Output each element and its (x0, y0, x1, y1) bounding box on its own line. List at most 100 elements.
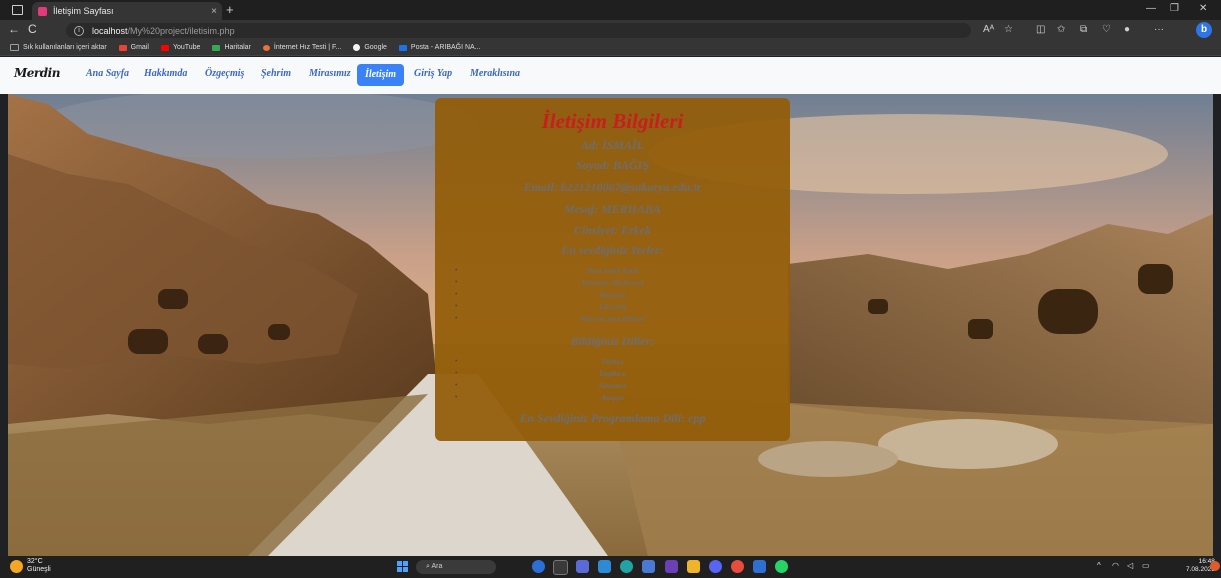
nav-meraklisina[interactable]: Meraklısına (470, 68, 520, 79)
list-item: • Meryem Ana Kilisesi (435, 314, 790, 323)
tab-close-icon[interactable]: × (206, 6, 222, 17)
google-icon (353, 44, 361, 51)
file-explorer-icon[interactable] (553, 560, 568, 575)
tab-favicon-icon (38, 6, 47, 16)
chrome-icon[interactable] (731, 560, 744, 573)
site-info-icon[interactable]: i (74, 25, 84, 36)
url-host: localhost (92, 25, 128, 36)
bing-copilot-icon[interactable]: b (1196, 22, 1212, 38)
list-item: • Ulucami (435, 302, 790, 311)
nav-ozgecmis[interactable]: Özgeçmiş (205, 68, 244, 79)
address-bar[interactable]: i localhost/My%20project/iletisim.php (66, 23, 971, 38)
bookmark-import[interactable]: Sık kullanılanları içeri aktar (10, 44, 107, 51)
list-item: • İngilizce (435, 369, 790, 378)
minimize-icon[interactable]: — (1146, 3, 1156, 14)
bullet-icon: • (455, 266, 458, 274)
bookmark-maps[interactable]: Haritalar (212, 44, 251, 51)
notification-icon[interactable] (1210, 561, 1220, 571)
store-icon[interactable] (642, 560, 655, 573)
taskbar-search[interactable]: ⌕ Ara (416, 560, 496, 574)
visual-studio-icon[interactable] (665, 560, 678, 573)
vscode-icon[interactable] (598, 560, 611, 573)
bookmark-gmail[interactable]: Gmail (118, 44, 149, 51)
surname-field: Soyad: BAĞIŞ (575, 158, 649, 172)
battery-icon[interactable]: ▭ (1142, 561, 1150, 570)
programming-language-field: En Sevdiğiniz Programlama Dili: cpp (519, 411, 706, 425)
weather-widget[interactable]: 32°C Güneşli (27, 558, 51, 574)
word-icon[interactable] (753, 560, 766, 573)
tab-iletisim[interactable]: İletişim Sayfası × (32, 2, 222, 20)
bullet-icon: • (455, 369, 458, 377)
site-logo[interactable]: Merdin (14, 66, 60, 80)
more-options-icon[interactable]: ··· (1154, 24, 1164, 35)
chevron-up-icon[interactable]: ^ (1097, 561, 1101, 570)
message-field: Mesaj: MERHABA (563, 202, 662, 216)
weather-sun-icon[interactable] (10, 560, 23, 573)
place-name: Dara Antik Kenti (585, 266, 640, 275)
browser-essentials-icon[interactable]: ♡ (1102, 24, 1111, 35)
favorites-icon[interactable]: ✩ (1057, 24, 1065, 35)
edge-icon[interactable] (620, 560, 633, 573)
nav-ana-sayfa[interactable]: Ana Sayfa (86, 68, 129, 79)
read-aloud-icon[interactable]: Aᴬ (983, 24, 994, 35)
back-button[interactable]: ← (8, 22, 20, 36)
list-item: • Dara Antik Kenti (435, 266, 790, 275)
place-name: Beyazsu (599, 290, 626, 299)
split-screen-icon[interactable]: ◫ (1036, 24, 1045, 35)
list-item: • Arapça (435, 393, 790, 402)
outlook-icon (398, 44, 407, 51)
url-path: /My%20project/iletisim.php (127, 25, 235, 36)
places-heading: En sevdiğiniz Yerler: (561, 243, 664, 257)
bullet-icon: • (455, 381, 458, 389)
bookmark-label: İnternet Hız Testi | F... (273, 44, 342, 51)
tab-title: İletişim Sayfası (53, 6, 114, 16)
bookmark-youtube[interactable]: YouTube (160, 44, 200, 51)
new-tab-button[interactable]: + (226, 3, 234, 17)
list-item: • Beyazsu (435, 290, 790, 299)
start-button-icon[interactable] (397, 561, 408, 572)
nav-sehrim[interactable]: Şehrim (261, 68, 291, 79)
nav-giris-yap[interactable]: Giriş Yap (414, 68, 452, 79)
refresh-button[interactable]: C (28, 22, 37, 36)
folder-app-icon[interactable] (687, 560, 700, 573)
bookmark-label: Haritalar (224, 44, 251, 51)
restore-icon[interactable]: ❐ (1170, 3, 1179, 14)
gmail-icon (118, 44, 127, 51)
language-name: Türkçe (601, 357, 624, 366)
bookmark-outlook[interactable]: Posta - ARIBAĞI NA... (398, 44, 481, 51)
search-label: Ara (431, 563, 443, 570)
chat-app-icon[interactable] (576, 560, 589, 573)
profile-icon[interactable]: ● (1124, 24, 1130, 35)
bookmark-label: Google (364, 44, 387, 51)
whatsapp-icon[interactable] (775, 560, 788, 573)
discord-icon[interactable] (709, 560, 722, 573)
bookmarks-bar: Sık kullanılanları içeri aktar Gmail You… (0, 40, 1221, 56)
bookmark-label: Gmail (130, 44, 149, 51)
list-item: • Kasımiye Medresesi (435, 278, 790, 287)
place-name: Ulucami (599, 302, 626, 311)
copilot-app-icon[interactable] (532, 560, 545, 573)
youtube-icon (160, 44, 169, 51)
name-field: Ad: İSMAİL (580, 138, 645, 152)
wifi-icon[interactable]: ◠ (1112, 561, 1119, 570)
volume-icon[interactable]: ◁ (1127, 561, 1133, 570)
bookmark-speedtest[interactable]: İnternet Hız Testi | F... (262, 44, 342, 51)
nav-hakkimda[interactable]: Hakkımda (144, 68, 187, 79)
email-field: Email: b221210067@sakarya.edu.tr (523, 180, 702, 194)
bullet-icon: • (455, 393, 458, 401)
window-menu-icon[interactable] (12, 5, 23, 15)
place-name: Kasımiye Medresesi (581, 278, 644, 287)
favorite-star-icon[interactable]: ☆ (1004, 24, 1013, 35)
nav-mirasimiz[interactable]: Mirasımız (309, 68, 351, 79)
language-name: Arapça (601, 393, 624, 402)
bookmark-google[interactable]: Google (353, 44, 387, 51)
maps-icon (212, 44, 221, 51)
card-title: İletişim Bilgileri (541, 109, 684, 133)
contact-info-card: İletişim Bilgileri Ad: İSMAİL Soyad: BAĞ… (435, 98, 790, 441)
nav-iletisim-active[interactable]: İletişim (357, 64, 404, 86)
gender-field: Cinsiyet: Erkek (574, 223, 651, 237)
collections-icon[interactable]: ⧉ (1080, 24, 1087, 35)
speedtest-icon (262, 44, 270, 51)
languages-heading: Bildiğiniz Diller: (570, 334, 655, 348)
close-window-icon[interactable]: ✕ (1199, 3, 1207, 14)
